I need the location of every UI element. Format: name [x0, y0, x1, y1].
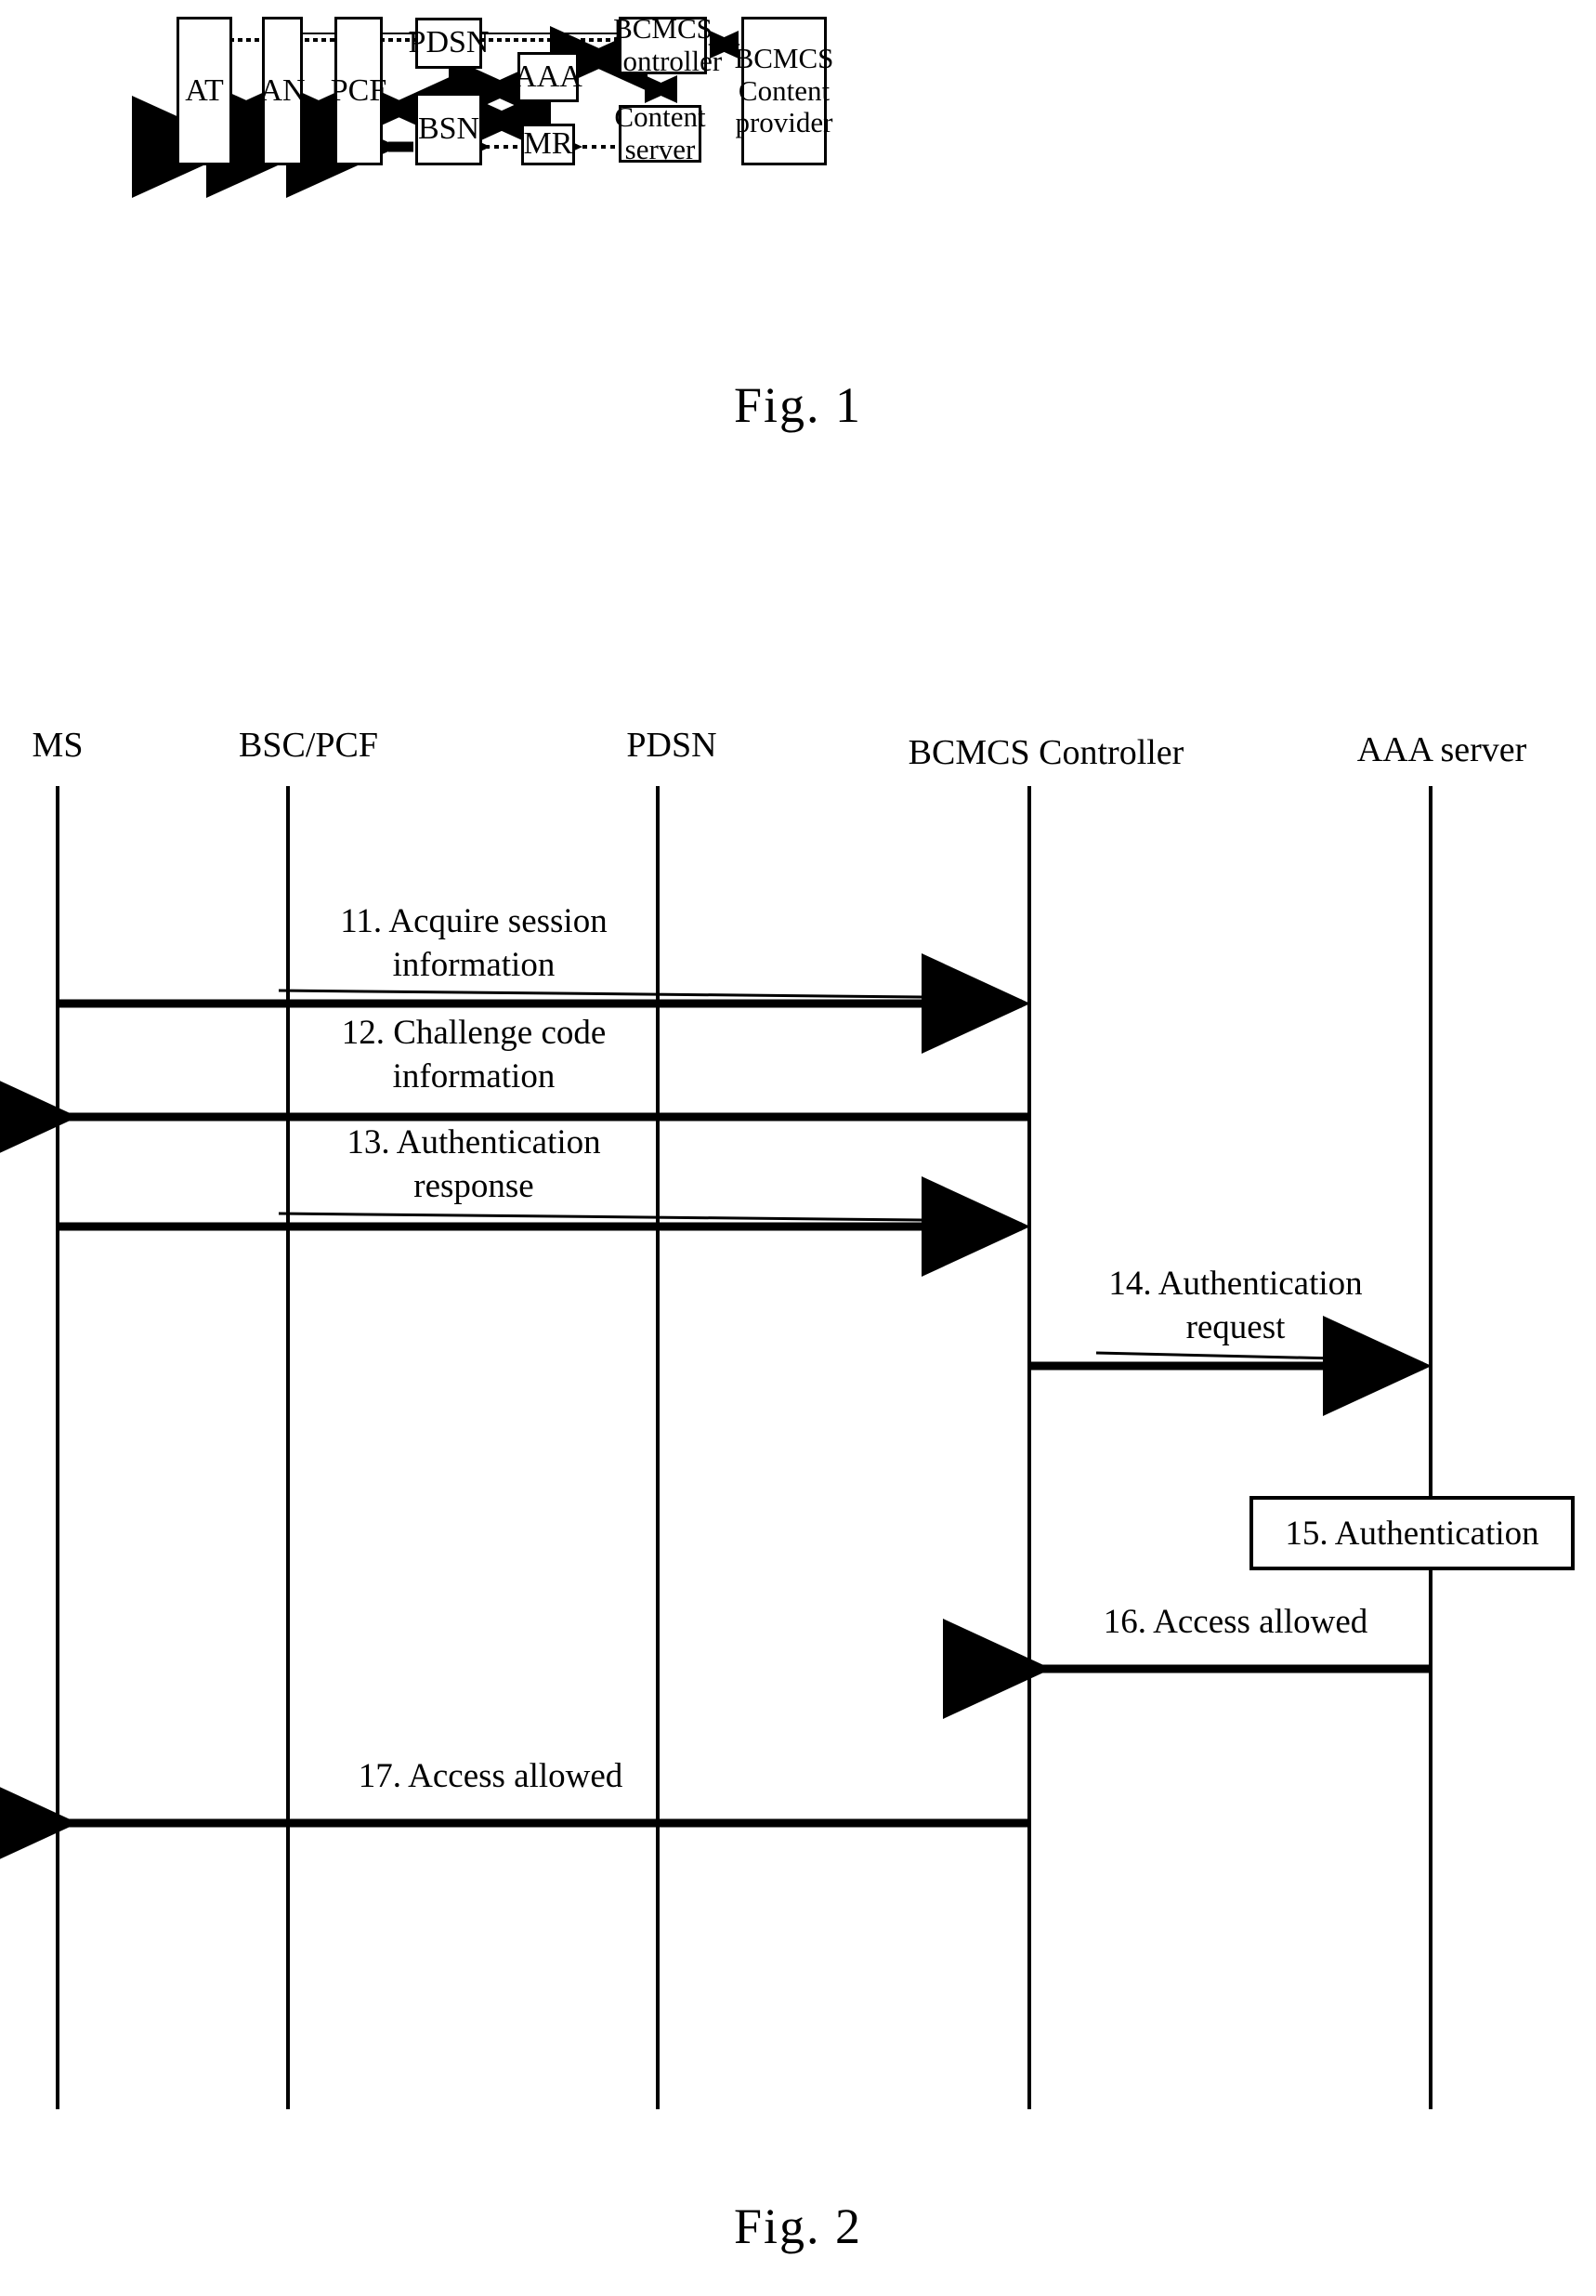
fig1-node-content-server-label: Content server: [614, 100, 706, 165]
fig2-process-box-15-label: 15. Authentication: [1285, 1514, 1539, 1553]
fig2-process-box-15: 15. Authentication: [1249, 1496, 1575, 1570]
fig1-node-at: AT: [177, 17, 232, 165]
figure-2: MS BSC/PCF PDSN BCMCS Controller AAA ser…: [0, 725, 1596, 2174]
figure-2-caption: Fig. 2: [733, 2198, 863, 2254]
fig2-msg-label-12: 12. Challenge code information: [341, 1014, 607, 1096]
fig2-arrow-msg-14: [1029, 1316, 1432, 1416]
fig1-node-aaa: AAA: [514, 52, 582, 102]
fig2-msg-label-13: 13. Authentication response: [347, 1123, 601, 1206]
fig1-node-mr-label: MR: [523, 126, 573, 162]
fig1-node-content-server: Content server: [614, 100, 705, 165]
fig1-node-pcf-label: PCF: [330, 72, 387, 108]
fig1-node-an-label: AN: [259, 72, 306, 108]
fig2-msg-label-11: 11. Acquire session information: [340, 902, 608, 985]
fig1-node-aaa-label: AAA: [514, 59, 582, 94]
fig1-node-pcf: PCF: [331, 17, 386, 165]
fig1-node-bcmcs-content-provider: BCMCS Content provider: [735, 17, 833, 165]
fig1-node-bsn: BSN: [415, 93, 482, 165]
fig1-node-at-label: AT: [185, 72, 224, 108]
fig2-arrow-msg-13: [58, 1176, 1030, 1277]
fig1-node-bsn-label: BSN: [417, 111, 480, 146]
figure-1: AT AN PCF PDSN BSN AAA MR BCMCS Controll…: [0, 0, 1596, 307]
fig1-node-bcmcs-content-provider-label: BCMCS Content provider: [734, 41, 834, 139]
fig1-node-an: AN: [259, 17, 306, 165]
fig2-lifelines: [56, 786, 1432, 2109]
fig1-node-bcmcs-controller: BCMCS Controller: [604, 12, 722, 77]
fig1-node-pdsn-label: PDSN: [408, 25, 490, 60]
fig1-node-bcmcs-controller-label: BCMCS Controller: [603, 12, 723, 77]
figure-1-caption: Fig. 1: [733, 377, 863, 433]
fig2-msg-label-14: 14. Authentication request: [1108, 1265, 1363, 1347]
fig2-msg-label-17: 17. Access allowed: [358, 1757, 623, 1795]
fig1-node-pdsn: PDSN: [409, 18, 489, 69]
fig1-node-mr: MR: [521, 124, 575, 165]
figure-2-sequence: [0, 786, 1432, 2109]
drawing-sheet: AT AN PCF PDSN BSN AAA MR BCMCS Controll…: [0, 0, 1596, 2296]
fig2-arrow-msg-11: [58, 953, 1030, 1054]
fig2-msg-label-16: 16. Access allowed: [1103, 1603, 1368, 1641]
